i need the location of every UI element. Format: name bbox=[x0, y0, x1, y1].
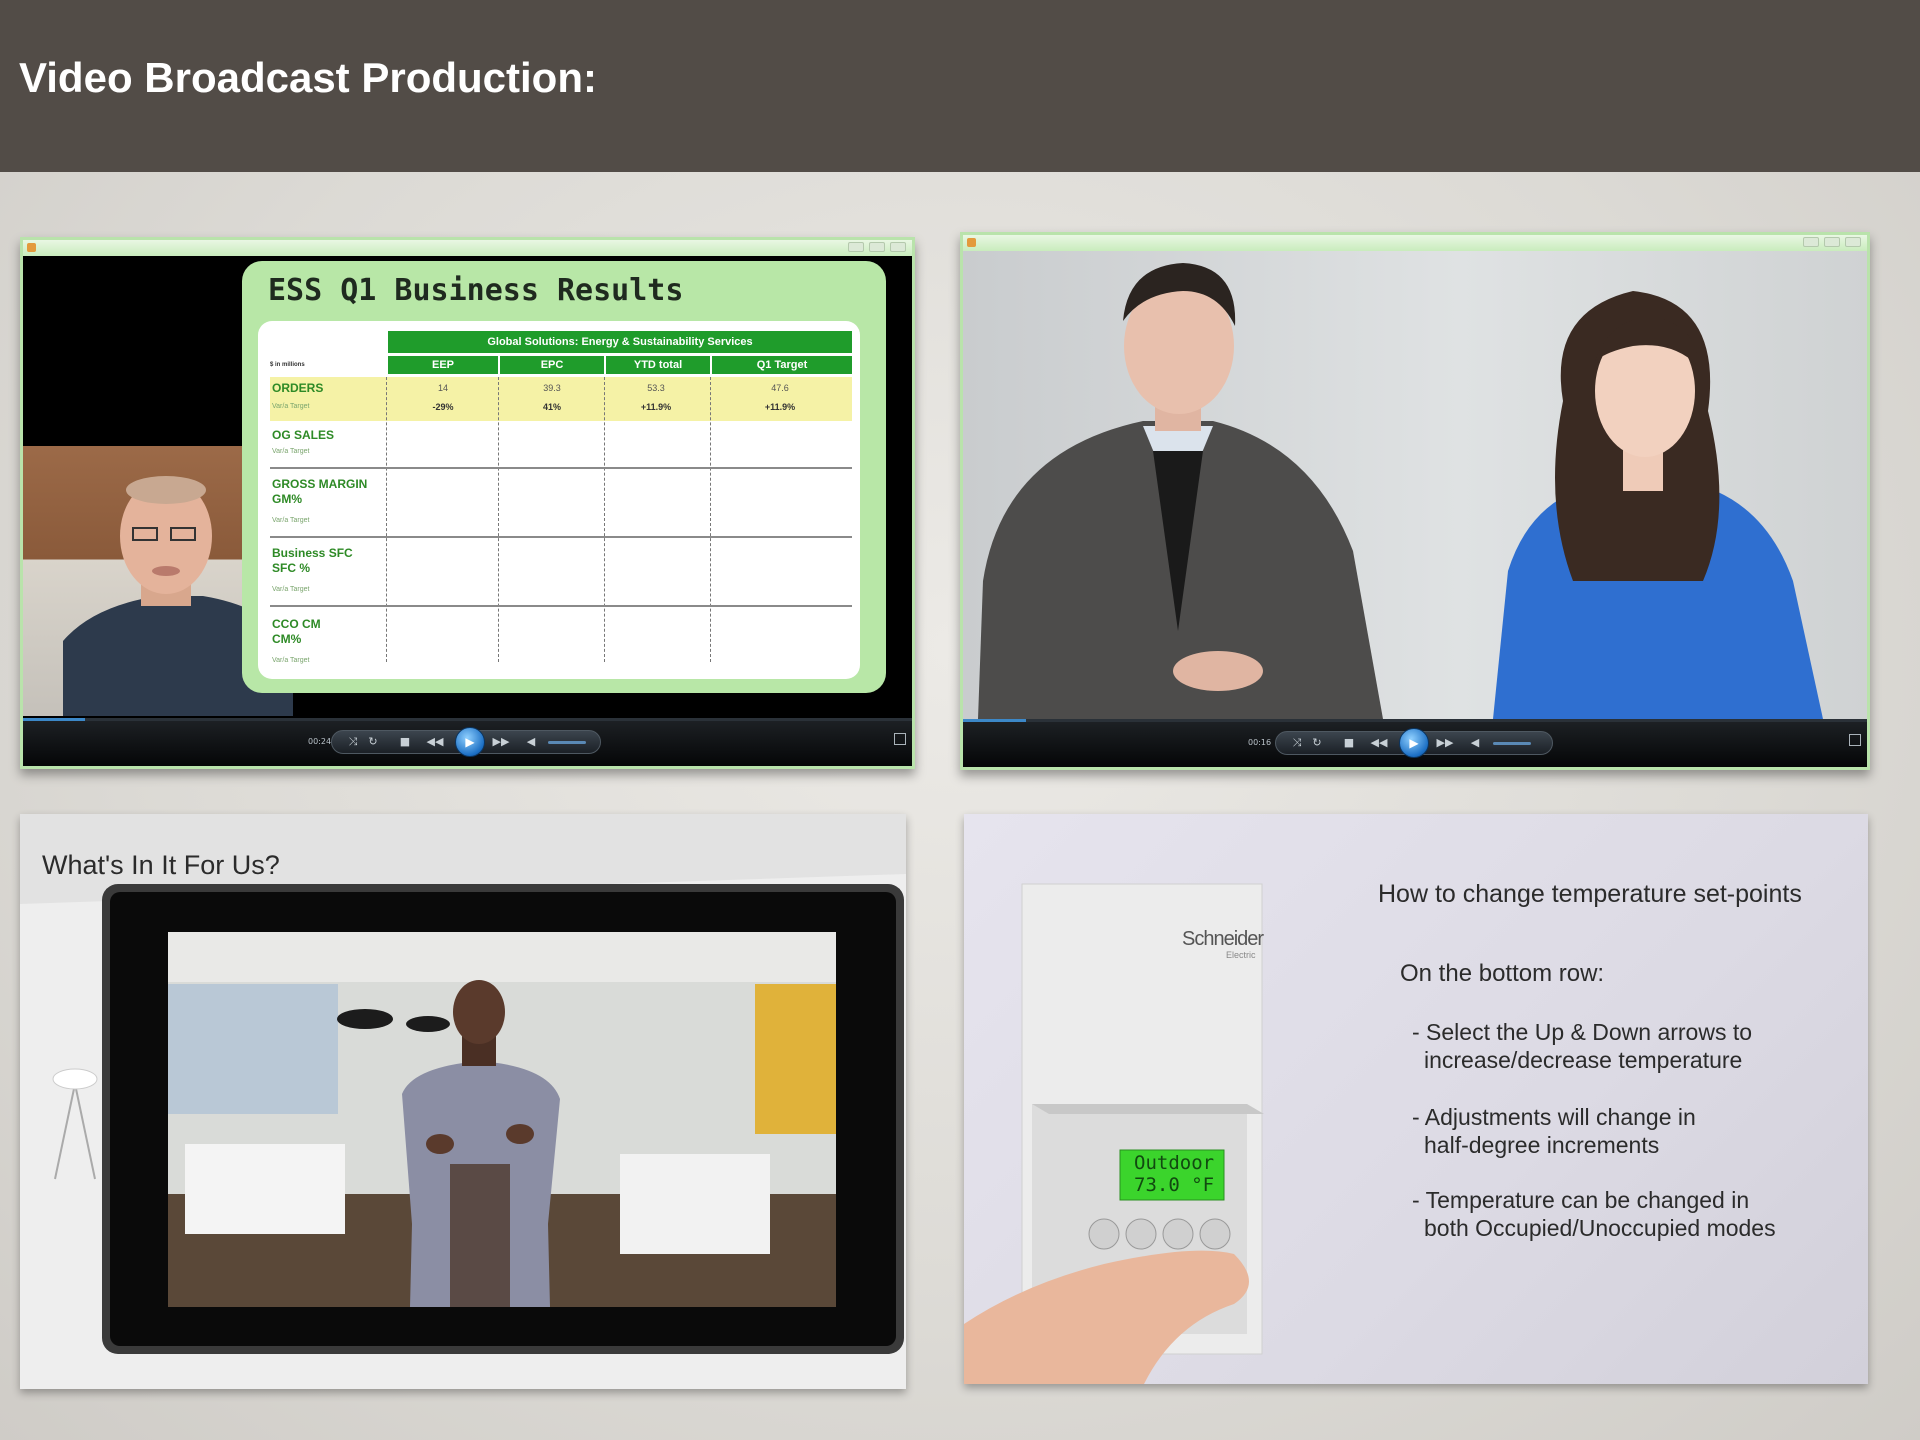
shuffle-icon[interactable]: ⤨ bbox=[1287, 733, 1307, 753]
brand-logo: Schneider bbox=[1182, 928, 1264, 950]
results-table: Global Solutions: Energy & Sustainabilit… bbox=[258, 321, 860, 679]
table-cell: 39.3 bbox=[543, 383, 561, 393]
volume-icon[interactable]: ◀ bbox=[521, 732, 541, 752]
time-display: 00:24 bbox=[308, 737, 332, 746]
table-row-sublabel: Var/a Target bbox=[272, 657, 310, 664]
showroom-background bbox=[20, 814, 906, 1389]
column-header: Q1 Target bbox=[712, 356, 852, 374]
instruction-bullet: - Select the Up & Down arrows to bbox=[1412, 1019, 1753, 1045]
business-results-slide: ESS Q1 Business Results Global Solutions… bbox=[242, 261, 886, 693]
table-cell: 53.3 bbox=[647, 383, 665, 393]
column-divider bbox=[498, 377, 499, 662]
volume-slider[interactable] bbox=[1493, 742, 1531, 745]
thermostat-display-line1: Outdoor bbox=[1134, 1152, 1215, 1174]
fullscreen-icon[interactable] bbox=[894, 733, 906, 745]
brand-logo-sub: Electric bbox=[1226, 950, 1256, 960]
play-icon[interactable]: ▶ bbox=[455, 727, 485, 757]
table-row-sublabel: Var/a Target bbox=[272, 403, 310, 410]
close-icon[interactable] bbox=[890, 242, 906, 252]
page-title: Video Broadcast Production: bbox=[19, 54, 597, 101]
fullscreen-icon[interactable] bbox=[1849, 734, 1861, 746]
table-row-label: Business SFC SFC % bbox=[272, 546, 353, 575]
video-screen[interactable] bbox=[963, 251, 1867, 719]
column-divider bbox=[710, 377, 711, 662]
instruction-bullet: increase/decrease temperature bbox=[1424, 1047, 1743, 1073]
slide-title: ESS Q1 Business Results bbox=[268, 273, 684, 308]
instruction-bullet: - Adjustments will change in bbox=[1412, 1104, 1696, 1130]
table-row-sublabel: Var/a Target bbox=[272, 586, 310, 593]
column-header: EEP bbox=[388, 356, 498, 374]
interview-hosts bbox=[978, 263, 1823, 719]
player-titlebar[interactable] bbox=[23, 240, 912, 256]
table-cell: 47.6 bbox=[771, 383, 789, 393]
column-divider bbox=[604, 377, 605, 662]
app-icon bbox=[27, 243, 36, 252]
instruction-subheading: On the bottom row: bbox=[1400, 960, 1605, 987]
rewind-icon[interactable]: ◀◀ bbox=[425, 732, 445, 752]
instruction-bullet: - Temperature can be changed in bbox=[1412, 1187, 1750, 1213]
table-row-sublabel: Var/a Target bbox=[272, 517, 310, 524]
fast-forward-icon[interactable]: ▶▶ bbox=[1435, 733, 1455, 753]
seek-bar-fill bbox=[23, 718, 86, 721]
volume-icon[interactable]: ◀ bbox=[1465, 733, 1485, 753]
video-player-1[interactable]: ESS Q1 Business Results Global Solutions… bbox=[20, 237, 915, 769]
table-row-label: CCO CM CM% bbox=[272, 617, 321, 646]
table-cell: +11.9% bbox=[640, 402, 672, 412]
player-controls: 00:24 ⤨ ↻ ■ ◀◀ ▶ ▶▶ ◀ bbox=[23, 718, 912, 766]
thermostat-display-line2: 73.0 °F bbox=[1134, 1174, 1215, 1196]
table-cell: -29% bbox=[432, 402, 454, 412]
video-screen[interactable]: ESS Q1 Business Results Global Solutions… bbox=[23, 256, 912, 718]
table-row-label: GROSS MARGIN GM% bbox=[272, 477, 368, 506]
player-controls: 00:16 ⤨ ↻ ■ ◀◀ ▶ ▶▶ ◀ bbox=[963, 719, 1867, 767]
player-titlebar[interactable] bbox=[963, 235, 1867, 251]
repeat-icon[interactable]: ↻ bbox=[363, 732, 383, 752]
header-bar: Video Broadcast Production: bbox=[0, 0, 1920, 172]
maximize-icon[interactable] bbox=[869, 242, 885, 252]
slide-title: What's In It For Us? bbox=[42, 850, 280, 880]
shuffle-icon[interactable]: ⤨ bbox=[343, 732, 363, 752]
seek-bar-fill bbox=[963, 719, 1027, 722]
row-divider bbox=[270, 467, 852, 469]
minimize-icon[interactable] bbox=[848, 242, 864, 252]
video-player-2[interactable]: 00:16 ⤨ ↻ ■ ◀◀ ▶ ▶▶ ◀ bbox=[960, 232, 1870, 770]
unit-label: $ in millions bbox=[270, 362, 305, 368]
maximize-icon[interactable] bbox=[1824, 237, 1840, 247]
seek-bar[interactable] bbox=[23, 718, 912, 721]
column-header: YTD total bbox=[606, 356, 710, 374]
table-title: Global Solutions: Energy & Sustainabilit… bbox=[388, 331, 852, 353]
table-cell: 41% bbox=[542, 402, 561, 412]
close-icon[interactable] bbox=[1845, 237, 1861, 247]
instruction-bullet: half-degree increments bbox=[1424, 1132, 1660, 1158]
stop-icon[interactable]: ■ bbox=[1339, 733, 1359, 753]
minimize-icon[interactable] bbox=[1803, 237, 1819, 247]
table-row-label: OG SALES bbox=[272, 428, 335, 442]
instruction-heading: How to change temperature set-points bbox=[1378, 880, 1802, 908]
volume-slider[interactable] bbox=[548, 741, 586, 744]
thermostat-tutorial-slide[interactable]: Schneider Electric Outdoor 73.0 °F How t… bbox=[964, 814, 1868, 1384]
row-divider bbox=[270, 536, 852, 538]
showroom-video-slide[interactable]: What's In It For Us? bbox=[20, 814, 906, 1389]
row-divider bbox=[270, 605, 852, 607]
table-cell: 14 bbox=[437, 383, 448, 393]
rewind-icon[interactable]: ◀◀ bbox=[1369, 733, 1389, 753]
app-icon bbox=[967, 238, 976, 247]
seek-bar[interactable] bbox=[963, 719, 1867, 722]
fast-forward-icon[interactable]: ▶▶ bbox=[491, 732, 511, 752]
stop-icon[interactable]: ■ bbox=[395, 732, 415, 752]
table-cell: +11.9% bbox=[764, 402, 796, 412]
instruction-bullet: both Occupied/Unoccupied modes bbox=[1424, 1215, 1776, 1241]
table-row-label: ORDERS bbox=[272, 381, 324, 395]
repeat-icon[interactable]: ↻ bbox=[1307, 733, 1327, 753]
column-divider bbox=[386, 377, 387, 662]
table-row-sublabel: Var/a Target bbox=[272, 448, 310, 455]
time-display: 00:16 bbox=[1248, 738, 1272, 747]
column-header: EPC bbox=[500, 356, 604, 374]
play-icon[interactable]: ▶ bbox=[1399, 728, 1429, 758]
